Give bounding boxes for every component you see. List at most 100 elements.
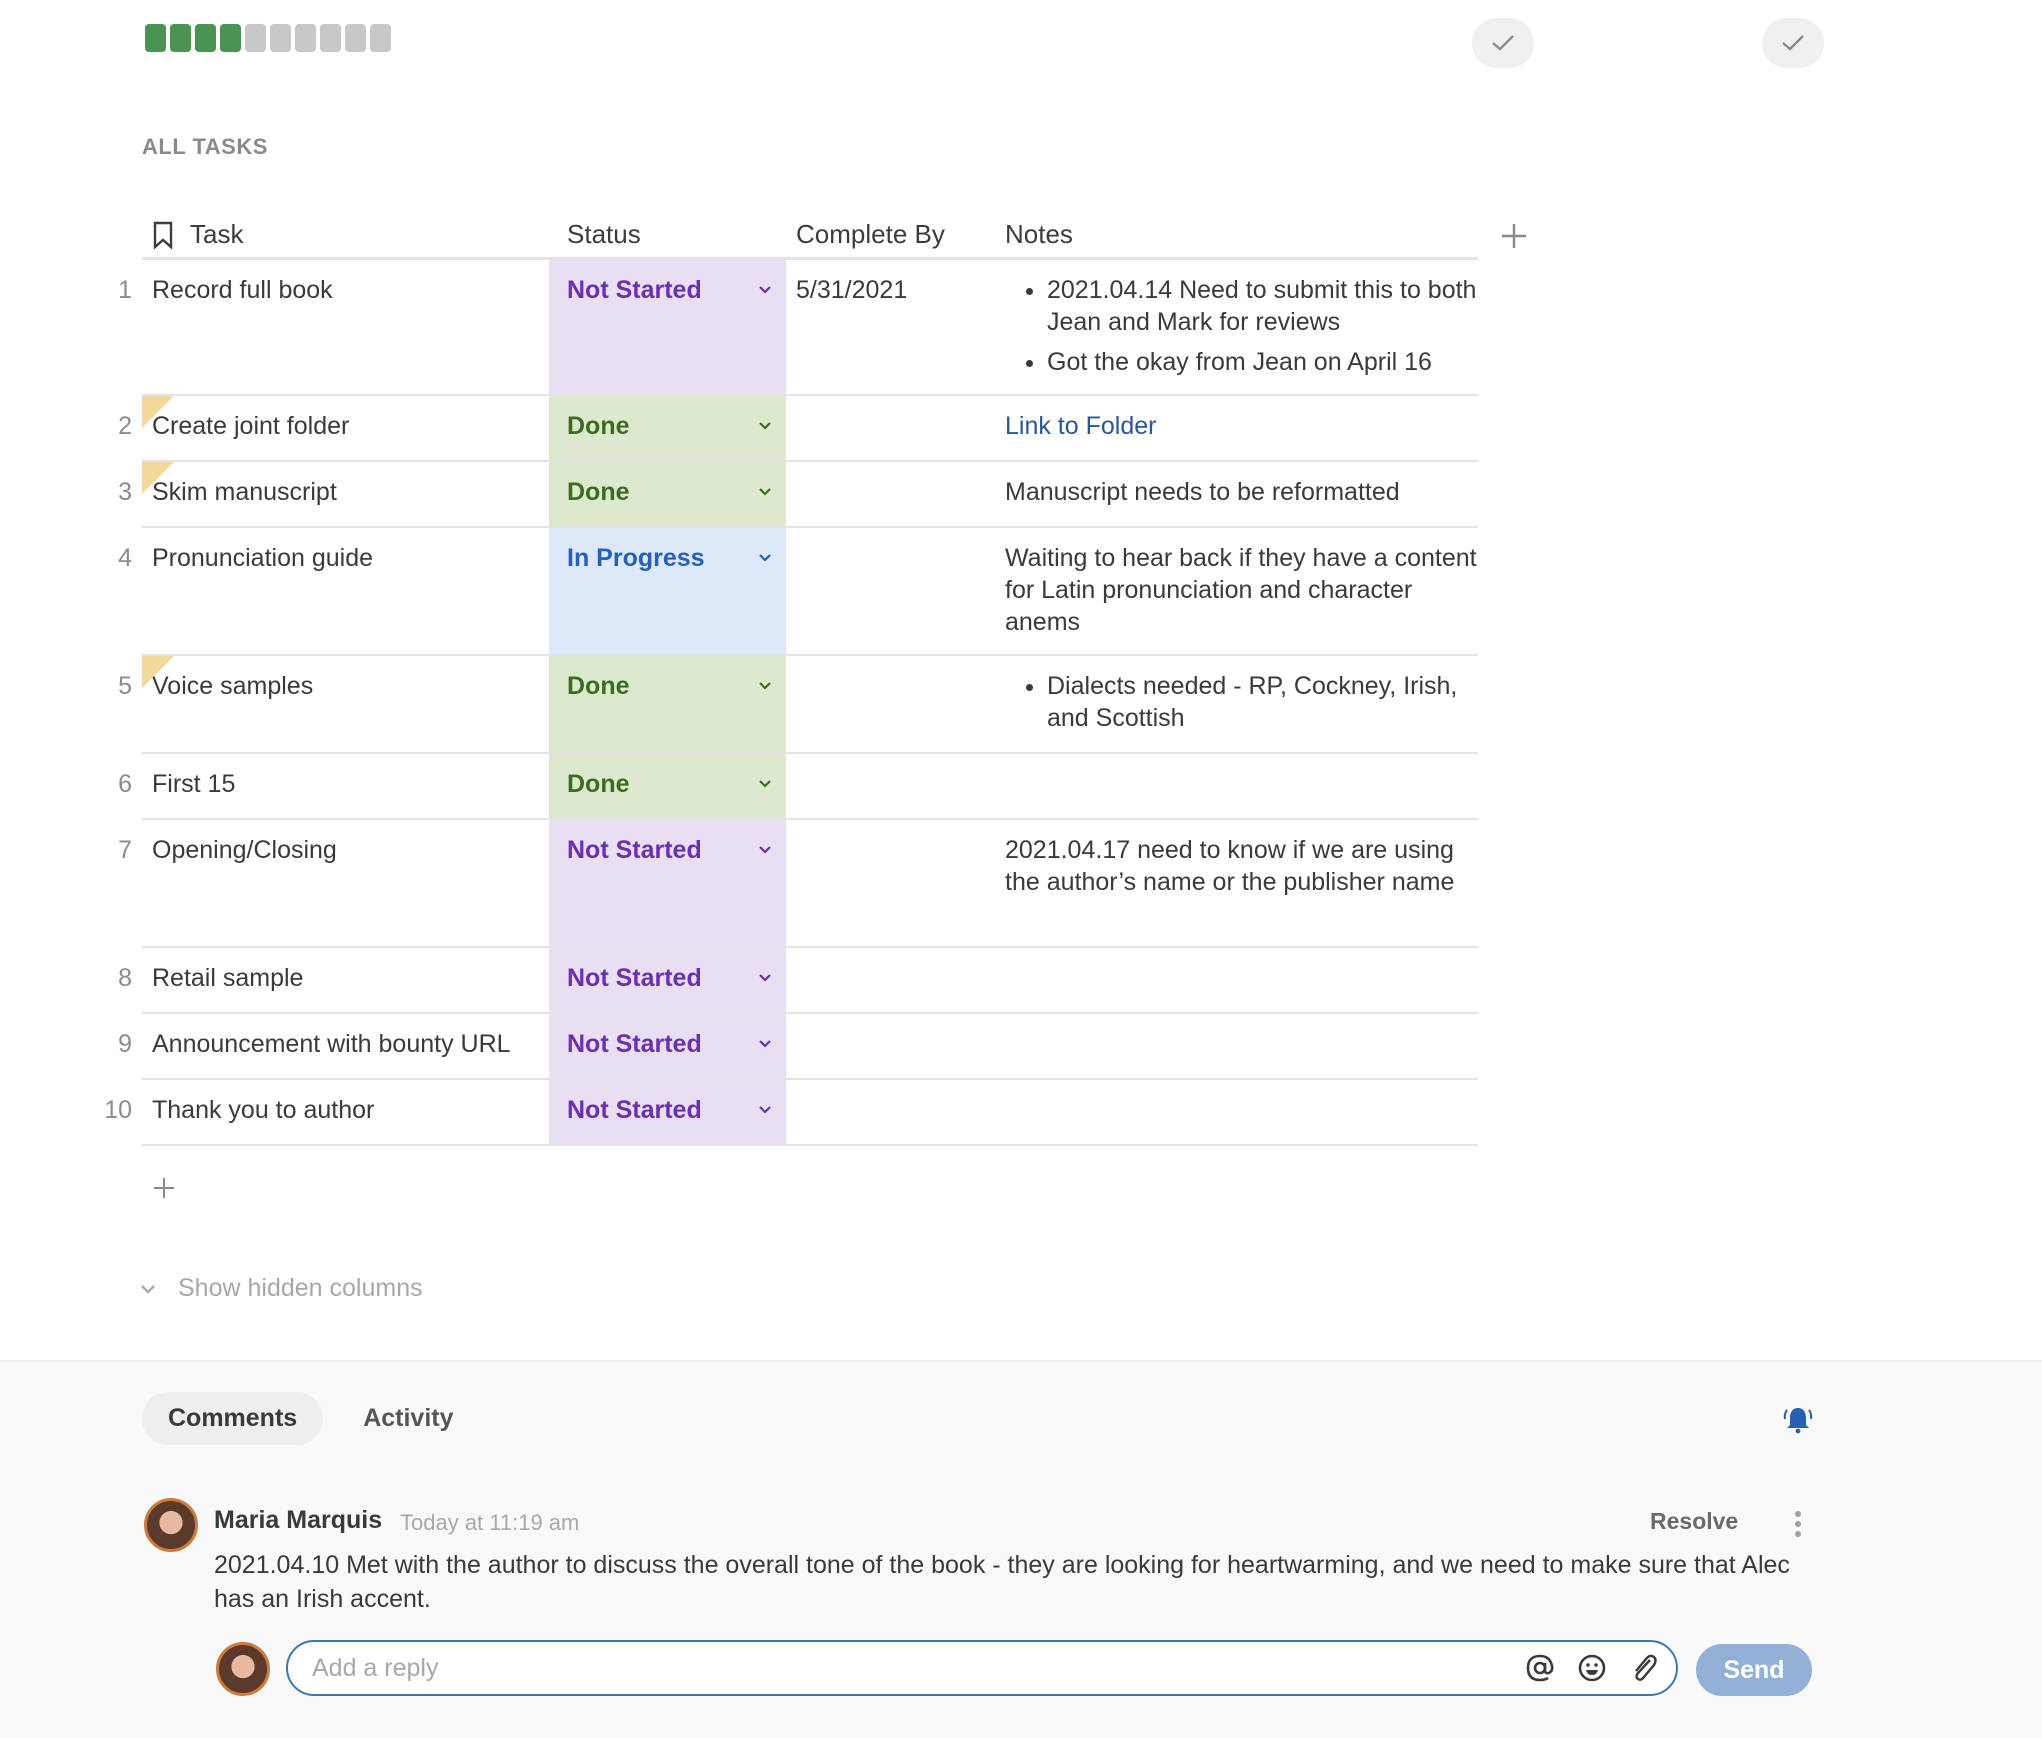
progress-segment [295,24,316,52]
status-label: Not Started [567,1096,702,1124]
progress-segment [320,24,341,52]
status-dropdown[interactable]: Not Started [549,1014,786,1078]
chevron-down-icon [759,682,771,690]
row-number: 2 [118,412,132,440]
comment-indicator-icon[interactable] [142,396,174,428]
notes-cell[interactable]: 2021.04.17 need to know if we are using … [993,820,1478,946]
notes-cell[interactable] [993,1014,1478,1078]
row-number: 3 [118,478,132,506]
status-label: Not Started [567,836,702,864]
complete-by-cell[interactable] [786,1080,993,1144]
chevron-down-icon [759,1040,771,1048]
complete-by-cell[interactable] [786,656,993,752]
status-dropdown[interactable]: Done [549,656,786,752]
status-label: Done [567,478,630,506]
status-dropdown[interactable]: Done [549,396,786,460]
resolve-button[interactable]: Resolve [1650,1508,1738,1535]
note-text: Manuscript needs to be reformatted [1005,478,1400,506]
status-label: Done [567,770,630,798]
complete-check-button[interactable] [1762,18,1824,68]
table-row: 4 Pronunciation guide In Progress Waiting t… [118,528,1478,656]
task-cell[interactable]: First 15 [142,754,549,818]
complete-by-cell[interactable] [786,820,993,946]
status-dropdown[interactable]: Not Started [549,260,786,394]
column-header-complete-by[interactable]: Complete By [786,219,993,250]
complete-by-cell[interactable] [786,462,993,526]
section-label: ALL TASKS [142,134,268,159]
bookmark-icon [153,221,173,249]
attachment-icon[interactable] [1628,1652,1660,1684]
comment-indicator-icon[interactable] [142,462,174,494]
column-header-task[interactable]: Task [142,219,549,250]
complete-by-cell[interactable] [786,1014,993,1078]
status-label: Done [567,672,630,700]
status-dropdown[interactable]: Not Started [549,948,786,1012]
chevron-down-icon [759,1106,771,1114]
chevron-down-icon [759,846,771,854]
table-row: 3 Skim manuscript Done Manuscript needs to … [118,462,1478,528]
folder-link[interactable]: Link to Folder [1005,412,1156,440]
row-number: 7 [118,836,132,864]
notes-cell[interactable] [993,754,1478,818]
more-options-icon[interactable] [1792,1510,1804,1538]
tab-comments[interactable]: Comments [142,1392,324,1445]
complete-by-cell[interactable]: 5/31/2021 [786,260,993,394]
task-cell[interactable]: Retail sample [142,948,549,1012]
comment-indicator-icon[interactable] [142,656,174,688]
comment-tabs: Comments Activity [142,1392,494,1445]
notes-cell[interactable]: Link to Folder [993,396,1478,460]
add-column-icon[interactable] [1498,220,1530,252]
progress-segment [245,24,266,52]
comment-timestamp: Today at 11:19 am [400,1510,580,1535]
task-cell[interactable]: Skim manuscript [142,462,549,526]
table-row: 10 Thank you to author Not Started [104,1080,1478,1146]
status-dropdown[interactable]: Done [549,754,786,818]
progress-bar [145,24,391,52]
complete-by-cell[interactable] [786,948,993,1012]
notes-cell[interactable]: Manuscript needs to be reformatted [993,462,1478,526]
reply-toolbar [1524,1652,1660,1684]
chevron-down-icon [759,422,771,430]
task-cell[interactable]: Voice samples [142,656,549,752]
task-cell[interactable]: Record full book [142,260,549,394]
tab-activity[interactable]: Activity [337,1392,479,1445]
task-cell[interactable]: Pronunciation guide [142,528,549,654]
mention-icon[interactable] [1524,1652,1556,1684]
task-cell[interactable]: Thank you to author [142,1080,549,1144]
column-header-notes[interactable]: Notes [993,219,1478,250]
emoji-icon[interactable] [1576,1652,1608,1684]
table-header: Task Status Complete By Notes [142,212,1526,260]
notes-cell[interactable] [993,1080,1478,1144]
avatar [144,1498,198,1552]
status-dropdown[interactable]: In Progress [549,528,786,654]
status-dropdown[interactable]: Not Started [549,820,786,946]
table-row: 8 Retail sample Not Started [118,948,1478,1014]
add-row-icon[interactable] [152,1176,176,1200]
progress-segment [270,24,291,52]
row-number: 8 [118,964,132,992]
progress-segment [220,24,241,52]
avatar [216,1642,270,1696]
notes-cell[interactable]: Waiting to hear back if they have a cont… [993,528,1478,654]
task-cell[interactable]: Create joint folder [142,396,549,460]
note-text: Waiting to hear back if they have a cont… [1005,544,1477,636]
show-hidden-columns-button[interactable]: Show hidden columns [140,1274,423,1303]
complete-by-cell[interactable] [786,528,993,654]
task-cell[interactable]: Opening/Closing [142,820,549,946]
complete-by-cell[interactable] [786,754,993,818]
notes-cell[interactable] [993,948,1478,1012]
status-dropdown[interactable]: Not Started [549,1080,786,1144]
chevron-down-icon [759,554,771,562]
complete-by-cell[interactable] [786,396,993,460]
table-row: 1 Record full book Not Started 5/31/2021 202… [118,260,1478,396]
send-button[interactable]: Send [1696,1644,1812,1696]
notes-cell[interactable]: 2021.04.14 Need to submit this to both J… [993,260,1478,394]
notes-cell[interactable]: Dialects needed - RP, Cockney, Irish, an… [993,656,1478,752]
status-dropdown[interactable]: Done [549,462,786,526]
complete-check-button[interactable] [1472,18,1534,68]
notification-bell-icon[interactable] [1780,1402,1816,1438]
progress-segment [195,24,216,52]
column-header-status[interactable]: Status [549,219,786,250]
task-cell[interactable]: Announcement with bounty URL [142,1014,549,1078]
reply-input[interactable] [310,1652,1524,1684]
